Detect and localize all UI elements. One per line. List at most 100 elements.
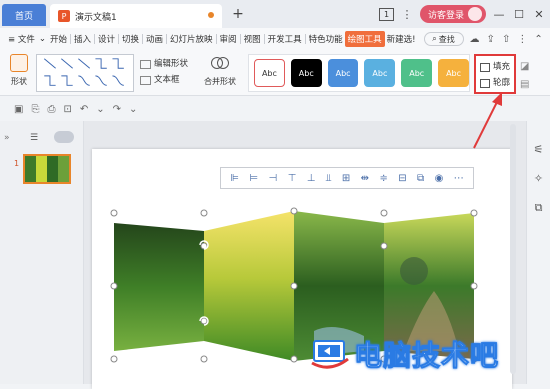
shape-style-4[interactable]: Abc <box>364 59 396 87</box>
group-icon[interactable]: ⊟ <box>398 173 406 184</box>
redo-icon[interactable]: ↷ <box>113 104 121 115</box>
menu-developer[interactable]: 开发工具 <box>266 33 304 45</box>
document-tab-title: 演示文稿1 <box>75 12 117 23</box>
animation-icon[interactable]: ✧ <box>534 172 543 185</box>
minimize-button[interactable]: — <box>492 8 506 21</box>
shape-style-3[interactable]: Abc <box>327 59 359 87</box>
collapse-ribbon-icon[interactable]: ⌃ <box>534 34 542 45</box>
edit-group: 编辑形状 文本框 <box>140 56 188 88</box>
slide-view-toggle[interactable] <box>54 131 74 143</box>
menu-file[interactable]: ≡ 文件 <box>6 33 37 45</box>
more-icon[interactable]: ⋮ <box>517 34 527 45</box>
outline-button[interactable]: 轮廓 <box>480 75 514 91</box>
unsaved-dot-icon <box>208 12 214 18</box>
lightbulb-icon[interactable]: ◉ <box>435 173 444 184</box>
distribute-even-icon[interactable]: ≑ <box>379 173 387 184</box>
restore-button[interactable]: ☐ <box>512 8 526 21</box>
menu-view[interactable]: 视图 <box>242 33 263 45</box>
close-button[interactable]: ✕ <box>532 8 546 21</box>
home-tab[interactable]: 首页 <box>2 4 46 26</box>
print-preview-icon[interactable]: ⊡ <box>63 104 71 115</box>
search-label: 查找 <box>438 34 455 44</box>
watermark-logo-icon <box>310 337 350 371</box>
menu-slideshow[interactable]: 幻灯片放映 <box>168 33 215 45</box>
export-icon[interactable]: ⇧ <box>502 34 510 45</box>
guest-login-button[interactable]: 访客登录 <box>419 5 486 23</box>
search-button[interactable]: ⌕ 查找 <box>423 32 464 46</box>
menu-right-icons: ☁ ⇪ ⇧ ⋮ ⌃ <box>470 34 543 45</box>
align-bottom-icon[interactable]: ⫫ <box>326 173 332 184</box>
edit-shape-label: 编辑形状 <box>154 59 189 69</box>
fill-button[interactable]: 填充 <box>480 59 514 75</box>
quick-access-bar: ▣ ⎘ ⎙ ⊡ ↶ ⌄ ↷ ⌄ <box>0 97 550 121</box>
shape-button[interactable]: 形状 <box>6 54 32 87</box>
undo-icon[interactable]: ↶ <box>80 104 88 115</box>
collapse-panel-icon[interactable]: » <box>4 133 10 143</box>
merge-shape-button[interactable]: 合并形状 <box>198 54 242 87</box>
export-pdf-icon[interactable]: ⎘ <box>31 104 39 115</box>
menu-insert[interactable]: 插入 <box>72 33 93 45</box>
shape-style-2[interactable]: Abc <box>290 59 322 87</box>
more-align-icon[interactable]: ⋯ <box>454 173 464 184</box>
align-center-icon[interactable]: ⊨ <box>249 173 258 184</box>
watermark-text: 电脑技术吧 <box>353 339 500 373</box>
arrange-icon[interactable]: ▤ <box>520 76 529 94</box>
save-icon[interactable]: ▣ <box>14 104 23 115</box>
menu-animation[interactable]: 动画 <box>144 33 165 45</box>
watermark: 电脑技术吧 <box>310 330 550 378</box>
share-icon[interactable]: ⇪ <box>487 34 495 45</box>
shape-style-1[interactable]: Abc <box>254 59 285 87</box>
align-left-icon[interactable]: ⊫ <box>230 173 239 184</box>
apps-grid-icon[interactable]: ⋮ <box>400 8 414 21</box>
menu-design[interactable]: 设计 <box>96 33 117 45</box>
shape-icon <box>10 54 28 72</box>
customize-icon[interactable]: ⌄ <box>129 104 137 115</box>
slide-panel: » ☰ 1 <box>0 121 84 384</box>
distribute-vertical-icon[interactable]: ⇹ <box>361 173 369 184</box>
align-right-icon[interactable]: ⊣ <box>268 173 277 184</box>
ribbon-overflow: ◪ ▤ <box>520 58 529 94</box>
title-tab-bar: 首页 P 演示文稿1 + 1 ⋮ 访客登录 — ☐ ✕ <box>0 0 550 28</box>
menu-drawing-tools[interactable]: 绘图工具 <box>344 31 385 47</box>
align-middle-icon[interactable]: ⊥ <box>307 173 316 184</box>
document-tab[interactable]: P 演示文稿1 <box>50 4 222 28</box>
annotation-arrow-icon <box>473 92 502 149</box>
shape-effect-icon[interactable]: ◪ <box>520 58 529 76</box>
merge-shape-label: 合并形状 <box>204 77 236 86</box>
file-dropdown-icon[interactable]: ⌄ <box>37 34 48 44</box>
menu-transition[interactable]: 切换 <box>120 33 141 45</box>
slide-number: 1 <box>14 159 20 168</box>
merge-shape-icon <box>210 54 230 72</box>
distribute-horizontal-icon[interactable]: ⊞ <box>342 173 350 184</box>
shape-style-gallery: Abc Abc Abc Abc Abc Abc <box>248 54 470 92</box>
menu-bar: ≡ 文件 ⌄ 开始 插入 设计 切换 动画 幻灯片放映 审阅 视图 开发工具 特… <box>0 28 550 50</box>
cloud-icon[interactable]: ☁ <box>470 34 480 45</box>
edit-shape-button[interactable]: 编辑形状 <box>140 56 188 72</box>
search-icon: ⌕ <box>432 34 437 43</box>
menu-start[interactable]: 开始 <box>48 33 69 45</box>
align-top-icon[interactable]: ⊤ <box>288 173 297 184</box>
print-icon[interactable]: ⎙ <box>47 104 55 115</box>
undo-dropdown-icon[interactable]: ⌄ <box>96 104 104 115</box>
new-tab-button[interactable]: + <box>230 6 246 22</box>
properties-icon[interactable]: ⚟ <box>534 143 544 156</box>
outline-view-icon[interactable]: ☰ <box>30 133 38 143</box>
shape-style-6[interactable]: Abc <box>438 59 469 87</box>
drawing-tools-ribbon: 形状 编辑形状 文本框 合并形状 Abc Abc Abc Abc Abc Abc 填充 <box>0 50 550 96</box>
menu-new-group[interactable]: 新建选! <box>385 33 418 45</box>
window-layout-icon[interactable]: 1 <box>378 7 394 21</box>
text-box-button[interactable]: 文本框 <box>140 72 188 88</box>
fill-label: 填充 <box>493 62 511 72</box>
outline-icon <box>480 78 490 88</box>
copy-icon[interactable]: ⧉ <box>535 201 543 215</box>
line-shape-gallery[interactable] <box>36 54 134 92</box>
avatar <box>468 7 482 21</box>
presentation-icon: P <box>58 10 70 22</box>
combine-icon[interactable]: ⧉ <box>417 173 424 184</box>
shape-label: 形状 <box>11 77 27 86</box>
slide-thumbnail[interactable] <box>23 154 71 184</box>
shape-style-5[interactable]: Abc <box>401 59 433 87</box>
menu-features[interactable]: 特色功能 <box>307 33 345 45</box>
menu-review[interactable]: 审阅 <box>218 33 239 45</box>
text-box-label: 文本框 <box>154 75 180 85</box>
